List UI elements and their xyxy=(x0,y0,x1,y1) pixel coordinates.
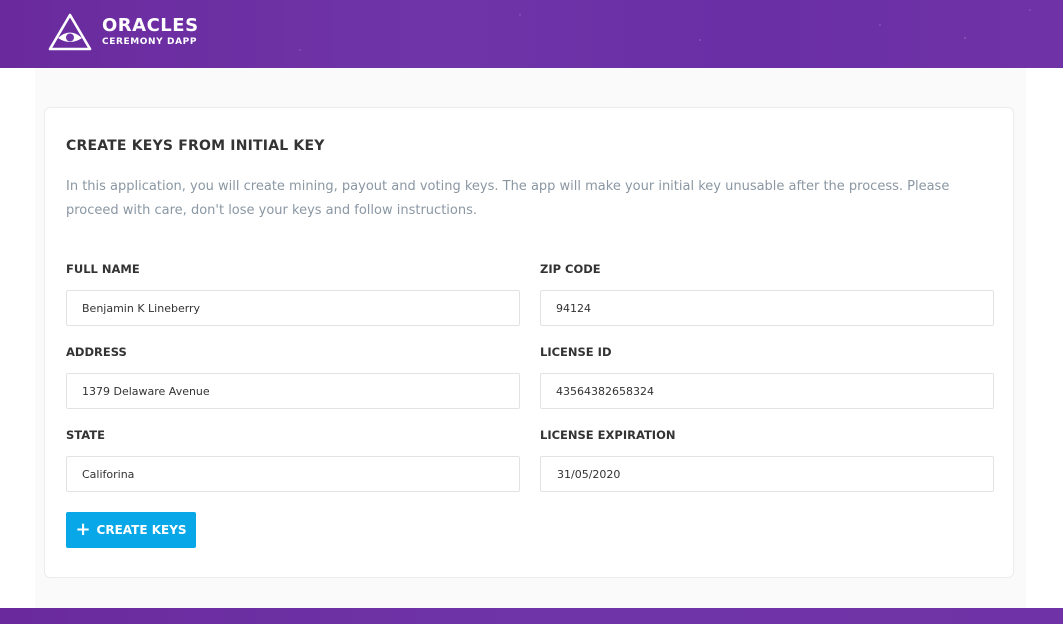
app-footer xyxy=(0,608,1063,624)
create-keys-button[interactable]: + CREATE KEYS xyxy=(66,512,196,548)
zip-code-input[interactable] xyxy=(540,290,994,326)
app-logo[interactable]: ORACLES CEREMONY DAPP xyxy=(48,13,199,51)
state-label: STATE xyxy=(66,428,105,442)
license-id-label: LICENSE ID xyxy=(540,345,612,359)
app-subtitle: CEREMONY DAPP xyxy=(102,37,198,47)
create-keys-label: CREATE KEYS xyxy=(96,523,187,537)
eye-triangle-icon xyxy=(48,13,92,51)
full-name-input[interactable] xyxy=(66,290,520,326)
plus-icon: + xyxy=(75,519,91,540)
full-name-field: FULL NAME xyxy=(66,261,520,326)
license-id-input[interactable] xyxy=(540,373,994,409)
zip-code-field: ZIP CODE xyxy=(540,261,994,326)
license-expiration-field: LICENSE EXPIRATION xyxy=(540,427,994,492)
page-title: CREATE KEYS FROM INITIAL KEY xyxy=(66,138,325,154)
app-title: ORACLES xyxy=(102,15,199,36)
logo-text: ORACLES CEREMONY DAPP xyxy=(102,16,199,48)
create-keys-card: CREATE KEYS FROM INITIAL KEY In this app… xyxy=(44,107,1014,578)
license-expiration-label: LICENSE EXPIRATION xyxy=(540,428,676,442)
address-field: ADDRESS xyxy=(66,344,520,409)
zip-code-label: ZIP CODE xyxy=(540,262,601,276)
state-input[interactable] xyxy=(66,456,520,492)
license-id-field: LICENSE ID xyxy=(540,344,994,409)
address-input[interactable] xyxy=(66,373,520,409)
state-field: STATE xyxy=(66,427,520,492)
full-name-label: FULL NAME xyxy=(66,262,140,276)
address-label: ADDRESS xyxy=(66,345,127,359)
page-description: In this application, you will create min… xyxy=(66,179,950,218)
app-header: ORACLES CEREMONY DAPP xyxy=(0,0,1063,68)
license-expiration-input[interactable] xyxy=(540,456,994,492)
